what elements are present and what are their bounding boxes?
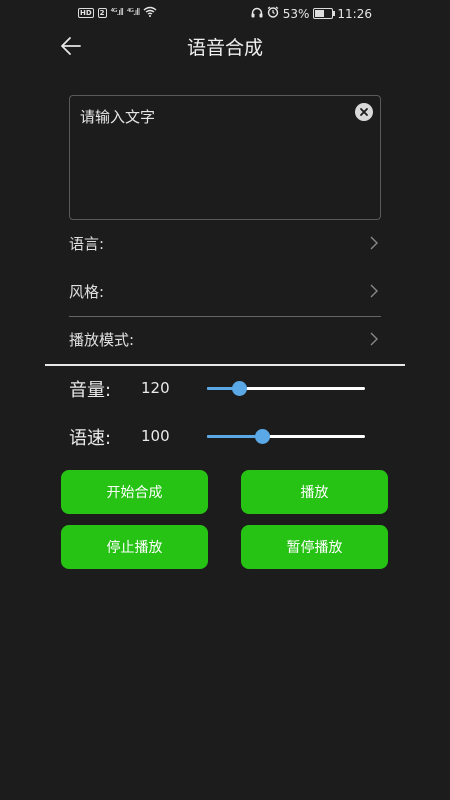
volume-slider-thumb[interactable] bbox=[231, 381, 247, 396]
chevron-right-icon bbox=[370, 332, 378, 346]
play-button[interactable]: 播放 bbox=[241, 470, 388, 514]
battery-level bbox=[315, 10, 324, 17]
language-row[interactable]: 语言: bbox=[69, 221, 381, 267]
status-time: 11:26 bbox=[337, 6, 372, 21]
hd-badge: HD bbox=[78, 8, 94, 18]
text-input[interactable] bbox=[78, 104, 352, 213]
signal-strength-1: ⁴ᴳ.ıll bbox=[110, 8, 124, 18]
speed-slider-fill bbox=[207, 435, 263, 438]
section-divider bbox=[45, 364, 405, 366]
speed-value: 100 bbox=[141, 427, 170, 445]
battery-percent: 53% bbox=[282, 6, 310, 21]
status-right: 53% 11:26 bbox=[251, 6, 372, 21]
signal-strength-2: ⁴ᴳ.ıll bbox=[126, 8, 140, 18]
sim-number: 2 bbox=[97, 8, 107, 18]
alarm-icon bbox=[267, 6, 279, 21]
play-mode-label: 播放模式: bbox=[69, 331, 135, 349]
wifi-icon bbox=[143, 6, 157, 20]
chevron-right-icon bbox=[370, 236, 378, 250]
volume-slider[interactable] bbox=[207, 381, 365, 396]
clear-circle-icon bbox=[360, 108, 368, 116]
arrow-left-icon bbox=[61, 37, 81, 55]
language-label: 语言: bbox=[69, 235, 105, 253]
chevron-right-icon bbox=[370, 284, 378, 298]
style-row[interactable]: 风格: bbox=[69, 269, 381, 315]
status-bar: HD 2 ⁴ᴳ.ıll ⁴ᴳ.ıll 53% 11:26 bbox=[0, 0, 450, 26]
text-input-box bbox=[69, 95, 381, 220]
speed-label: 语速: bbox=[69, 428, 112, 449]
start-synthesis-button[interactable]: 开始合成 bbox=[61, 470, 208, 514]
clear-button[interactable] bbox=[355, 103, 373, 121]
style-label: 风格: bbox=[69, 283, 105, 301]
play-mode-row[interactable]: 播放模式: bbox=[69, 317, 381, 363]
volume-row: 音量: 120 bbox=[69, 368, 389, 408]
headphones-icon bbox=[251, 7, 263, 21]
back-button[interactable] bbox=[58, 32, 86, 60]
pause-play-button[interactable]: 暂停播放 bbox=[241, 525, 388, 569]
volume-value: 120 bbox=[141, 379, 170, 397]
speed-row: 语速: 100 bbox=[69, 416, 389, 456]
speed-slider[interactable] bbox=[207, 429, 365, 444]
status-left: HD 2 ⁴ᴳ.ıll ⁴ᴳ.ıll bbox=[78, 6, 157, 20]
stop-play-button[interactable]: 停止播放 bbox=[61, 525, 208, 569]
volume-label: 音量: bbox=[69, 380, 112, 401]
battery-charging-icon bbox=[313, 8, 336, 19]
speed-slider-thumb[interactable] bbox=[255, 429, 271, 444]
